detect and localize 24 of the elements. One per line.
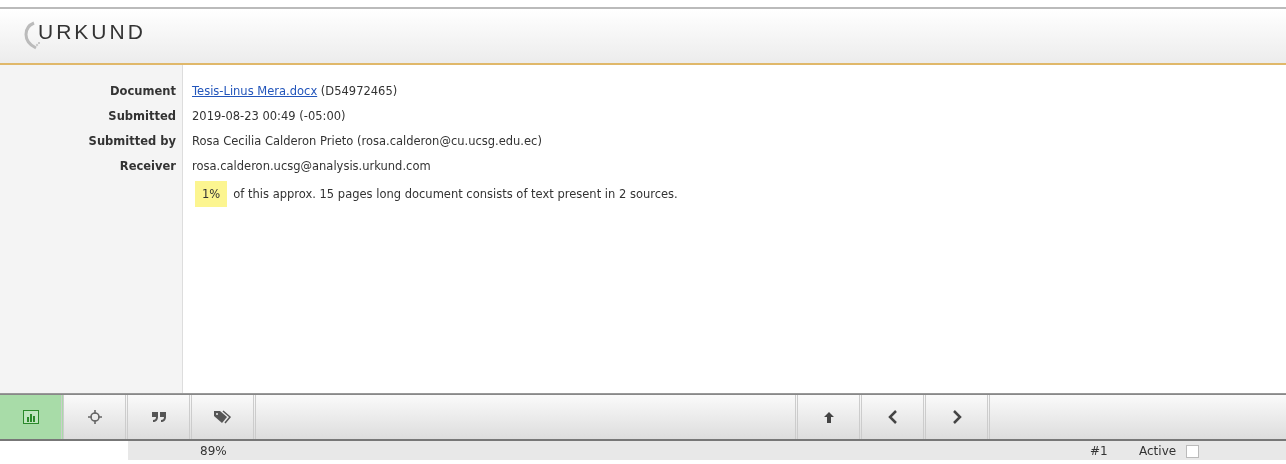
chart-button[interactable]	[0, 395, 64, 439]
zoom-level: 89%	[200, 444, 227, 458]
field-label: Document	[109, 83, 177, 100]
crosshair-icon	[87, 410, 102, 424]
field-value: Rosa Cecilia Calderon Prieto (rosa.calderon@cu.ucsg.edu.ec)	[192, 133, 543, 150]
logo-text: URKUND	[38, 20, 146, 44]
quote-icon	[150, 411, 167, 423]
chevron-left-icon	[887, 410, 898, 424]
match-number: #1	[1090, 444, 1108, 458]
document-link[interactable]: Tesis-Linus Mera.docx	[192, 84, 318, 98]
tags-icon	[213, 410, 232, 424]
summary-text: of this approx. 15 pages long document consists of text present in 2 sources.	[233, 187, 678, 201]
document-id: (D54972465)	[320, 84, 398, 98]
field-label: Submitted by	[87, 133, 177, 150]
up-arrow-icon	[822, 410, 835, 424]
field-value: 2019-08-23 00:49 (-05:00)	[192, 108, 347, 125]
field-label: Submitted	[107, 108, 177, 125]
field-value: rosa.calderon.ucsg@analysis.urkund.com	[192, 158, 432, 175]
active-checkbox[interactable]	[1186, 445, 1199, 458]
field-label: Receiver	[118, 158, 177, 175]
percentage-badge: 1%	[195, 181, 228, 207]
active-label: Active	[1139, 444, 1177, 458]
bar-chart-icon	[22, 410, 39, 424]
chevron-right-icon	[951, 410, 962, 424]
